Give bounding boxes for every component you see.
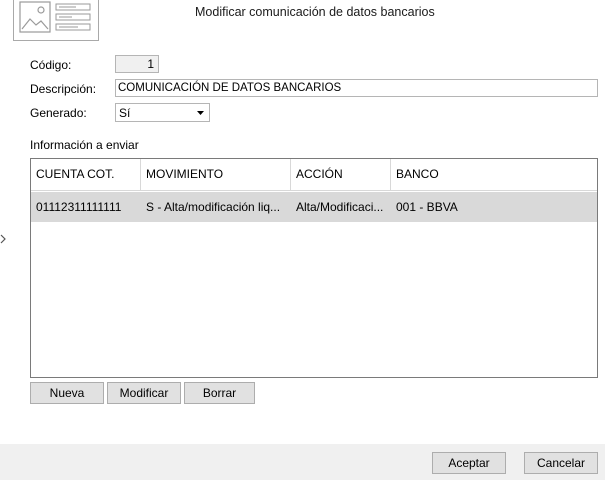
window-title: Modificar comunicación de datos bancario… [195,5,435,19]
cancelar-button[interactable]: Cancelar [524,452,598,474]
dialog-footer [0,444,605,480]
section-label: Información a enviar [30,138,139,152]
codigo-field[interactable]: 1 [115,55,159,73]
data-grid[interactable]: CUENTA COT. MOVIMIENTO ACCIÓN BANCO 0111… [30,158,598,378]
generado-label: Generado: [30,106,87,120]
column-header-banco[interactable]: BANCO [391,159,597,190]
borrar-button[interactable]: Borrar [184,382,255,404]
cell-movimiento: S - Alta/modificación liq... [146,200,281,214]
descripcion-label: Descripción: [30,82,97,96]
column-header-cuenta[interactable]: CUENTA COT. [31,159,141,190]
cell-cuenta: 01112311111111 [36,200,122,214]
table-row[interactable]: 01112311111111 S - Alta/modificación liq… [31,192,597,222]
descripcion-field[interactable]: COMUNICACIÓN DE DATOS BANCARIOS [115,79,598,97]
grid-header: CUENTA COT. MOVIMIENTO ACCIÓN BANCO [31,159,597,191]
cell-banco: 001 - BBVA [396,200,458,214]
form-template-icon [13,0,99,41]
nueva-button[interactable]: Nueva [30,382,104,404]
aceptar-button[interactable]: Aceptar [432,452,506,474]
row-pointer-icon [0,234,6,244]
form-template-graphic [19,1,91,33]
cell-accion: Alta/Modificaci... [296,200,384,214]
column-header-accion[interactable]: ACCIÓN [291,159,391,190]
column-header-movimiento[interactable]: MOVIMIENTO [141,159,291,190]
codigo-label: Código: [30,58,72,72]
dropdown-arrow-icon[interactable] [192,104,209,121]
generado-select[interactable]: Sí [115,103,210,122]
generado-value: Sí [119,106,131,120]
modificar-button[interactable]: Modificar [107,382,181,404]
